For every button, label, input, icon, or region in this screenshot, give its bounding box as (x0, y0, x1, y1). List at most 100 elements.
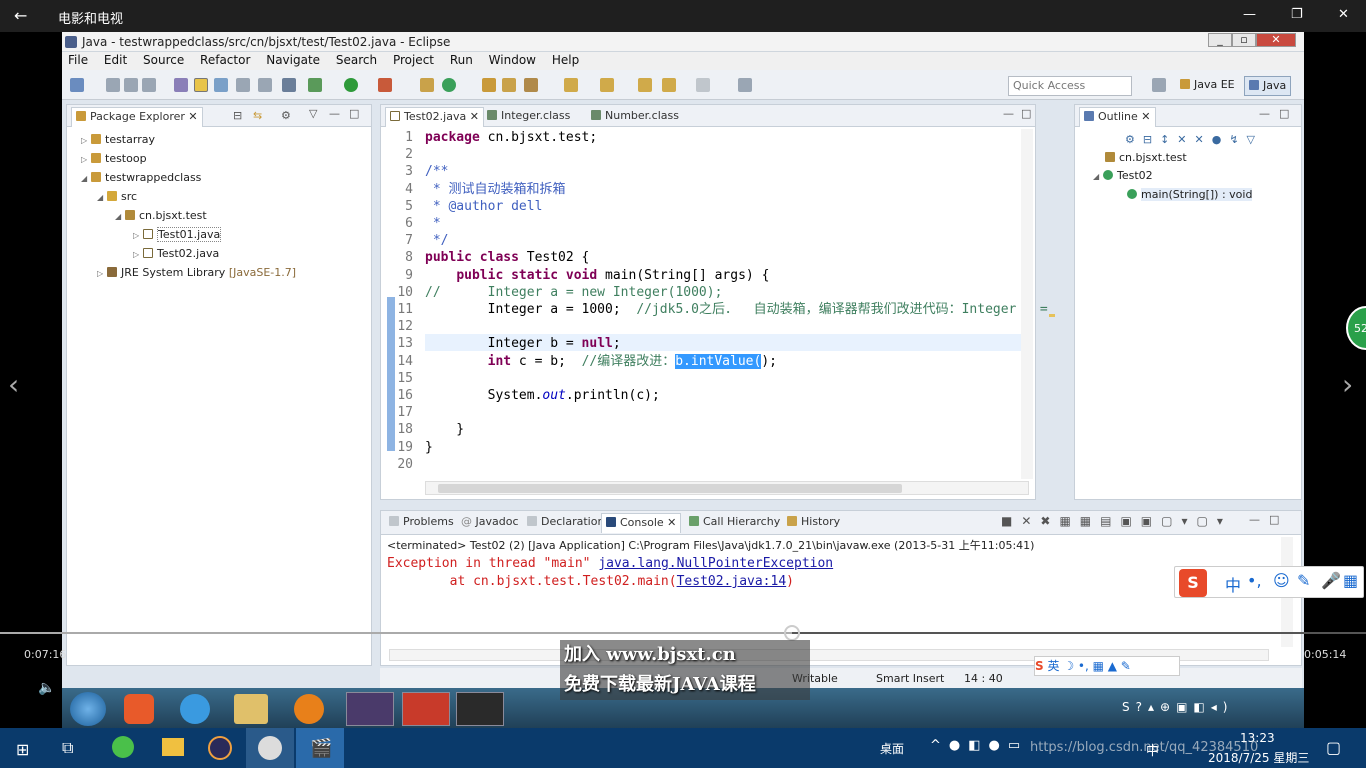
powerpoint-icon[interactable] (402, 692, 450, 726)
code-line[interactable]: * (425, 215, 441, 232)
print-icon[interactable] (142, 78, 156, 92)
eclipse-taskbar-icon[interactable] (208, 736, 232, 760)
tab-integer-class[interactable]: Integer.class (483, 107, 574, 127)
tab-number-class[interactable]: Number.class (587, 107, 683, 127)
menu-help[interactable]: Help (546, 52, 585, 67)
stacktrace-link[interactable]: Test02.java:14 (677, 574, 787, 589)
tab-outline[interactable]: Outline ✕ (1079, 107, 1156, 127)
new-package-icon[interactable] (420, 78, 434, 92)
tree-item[interactable]: ◢ src (81, 188, 296, 207)
ime-toolbar[interactable]: S 中 •, ☺ ✎ 🎤 ▦ (1174, 566, 1364, 598)
ime-lang[interactable]: 中 (1225, 572, 1241, 596)
maximize-console-icon[interactable]: □ (1269, 513, 1279, 526)
highlight-icon[interactable] (194, 78, 208, 92)
close-icon[interactable]: ✕ (1338, 7, 1349, 22)
tab-test02[interactable]: Test02.java ✕ (385, 107, 484, 127)
minimize-editor-icon[interactable]: — (1003, 107, 1014, 120)
collapse-icon[interactable]: ◢ (115, 208, 125, 226)
tab-javadoc[interactable]: @ Javadoc (457, 513, 523, 533)
file-explorer-icon[interactable] (162, 738, 184, 756)
menu-window[interactable]: Window (483, 52, 542, 67)
code-line[interactable]: public class Test02 { (425, 249, 589, 266)
next-arrow-icon[interactable]: › (1342, 368, 1353, 401)
tab-call-hierarchy[interactable]: Call Hierarchy (685, 513, 784, 533)
scroll-thumb[interactable] (438, 484, 902, 493)
skip-breakpoints-icon[interactable] (282, 78, 296, 92)
search-tb-icon[interactable] (524, 78, 538, 92)
run-icon[interactable] (344, 78, 358, 92)
menu-file[interactable]: File (62, 52, 94, 67)
collapse-icon[interactable]: ◢ (1093, 168, 1103, 186)
next-annotation-icon[interactable] (564, 78, 578, 92)
outline-item-class[interactable]: ◢ Test02 (1093, 167, 1252, 186)
clock-time[interactable]: 13:23 (1240, 731, 1275, 745)
minimize-view-icon[interactable]: — (329, 107, 340, 120)
menu-edit[interactable]: Edit (98, 52, 133, 67)
eclipse-task-icon[interactable] (346, 692, 394, 726)
code-line[interactable]: */ (425, 232, 449, 249)
collapse-all-icon[interactable]: ⊟ (233, 109, 242, 122)
restore-icon[interactable]: ❐ (1291, 7, 1303, 22)
horizontal-scrollbar[interactable] (425, 481, 1029, 495)
tray-icons[interactable]: ^●◧●▭ (930, 738, 1028, 753)
show-whitespace-icon[interactable] (236, 78, 250, 92)
minimize-outline-icon[interactable]: — (1259, 107, 1270, 120)
collapse-icon[interactable]: ◢ (97, 189, 107, 207)
task-view-icon[interactable]: ⧉ (62, 738, 73, 758)
collapse-icon[interactable]: ◢ (81, 170, 91, 188)
back-arrow-icon[interactable]: ← (14, 6, 27, 25)
recorder-icon[interactable] (456, 692, 504, 726)
back-nav-icon[interactable] (638, 78, 652, 92)
forward-nav-icon[interactable] (662, 78, 676, 92)
volume-icon[interactable]: 🔈 (38, 680, 55, 696)
expand-icon[interactable]: ▷ (133, 227, 143, 245)
ime-mini-bar[interactable]: S 英 ☽ •, ▦ ▲ ✎ (1034, 656, 1180, 676)
code-line[interactable]: int c = b; //编译器改进：b.intValue(); (425, 353, 777, 370)
save-icon[interactable] (106, 78, 120, 92)
ime-grid-icon[interactable]: ▦ (1343, 571, 1358, 590)
code-line[interactable]: System.out.println(c); (425, 387, 660, 404)
app-icon[interactable] (124, 694, 154, 724)
pin-editor-icon[interactable] (738, 78, 752, 92)
firefox-icon[interactable] (294, 694, 324, 724)
seek-bar[interactable] (0, 632, 1366, 634)
win7-tray-icons[interactable]: S?▴⊕▣◧◂) (1122, 700, 1233, 714)
explorer-icon[interactable] (234, 694, 268, 724)
close-tab-icon[interactable]: ✕ (1141, 110, 1150, 123)
prev-annotation-icon[interactable] (600, 78, 614, 92)
open-folder-icon[interactable] (502, 78, 516, 92)
win7-start-icon[interactable] (70, 692, 106, 726)
forward-nav2-icon[interactable] (696, 78, 710, 92)
expand-icon[interactable]: ▷ (133, 246, 143, 264)
code-line[interactable]: } (425, 421, 464, 438)
count-badge[interactable]: 52 (1346, 306, 1366, 350)
code-line[interactable]: Integer b = null; (425, 335, 621, 352)
outline-item-package[interactable]: cn.bjsxt.test (1105, 149, 1252, 167)
code-line[interactable]: } (425, 439, 433, 456)
ime-tray-lang[interactable]: 中 (1146, 740, 1159, 759)
maximize-view-icon[interactable]: □ (349, 107, 359, 120)
perspective-java-ee[interactable]: Java EE (1176, 76, 1239, 96)
quick-access-input[interactable]: Quick Access (1008, 76, 1132, 96)
expand-icon[interactable]: ▷ (81, 151, 91, 169)
sogou-icon[interactable]: S (1179, 569, 1207, 597)
prev-arrow-icon[interactable]: ‹ (8, 368, 19, 401)
browser-360-icon[interactable] (112, 736, 134, 758)
close-tab-icon[interactable]: ✕ (470, 110, 479, 123)
ie-icon[interactable] (180, 694, 210, 724)
menu-search[interactable]: Search (330, 52, 383, 67)
tree-item[interactable]: ▷ Test02.java (81, 245, 296, 264)
menu-navigate[interactable]: Navigate (260, 52, 326, 67)
tree-item[interactable]: ◢ cn.bjsxt.test (81, 207, 296, 226)
minimize-console-icon[interactable]: — (1249, 513, 1260, 526)
ecl-restore-icon[interactable]: ▫ (1232, 33, 1256, 47)
tab-declaration[interactable]: Declaration (523, 513, 608, 533)
tree-item[interactable]: ▷ testoop (81, 150, 296, 169)
desktop-label[interactable]: 桌面 (880, 740, 904, 757)
link-editor-icon[interactable]: ⇆ (253, 109, 262, 122)
block-select-icon[interactable] (214, 78, 228, 92)
code-line[interactable]: * @author dell (425, 198, 543, 215)
tab-problems[interactable]: Problems (385, 513, 458, 533)
paragraph-icon[interactable] (258, 78, 272, 92)
minimize-icon[interactable]: — (1243, 7, 1256, 22)
